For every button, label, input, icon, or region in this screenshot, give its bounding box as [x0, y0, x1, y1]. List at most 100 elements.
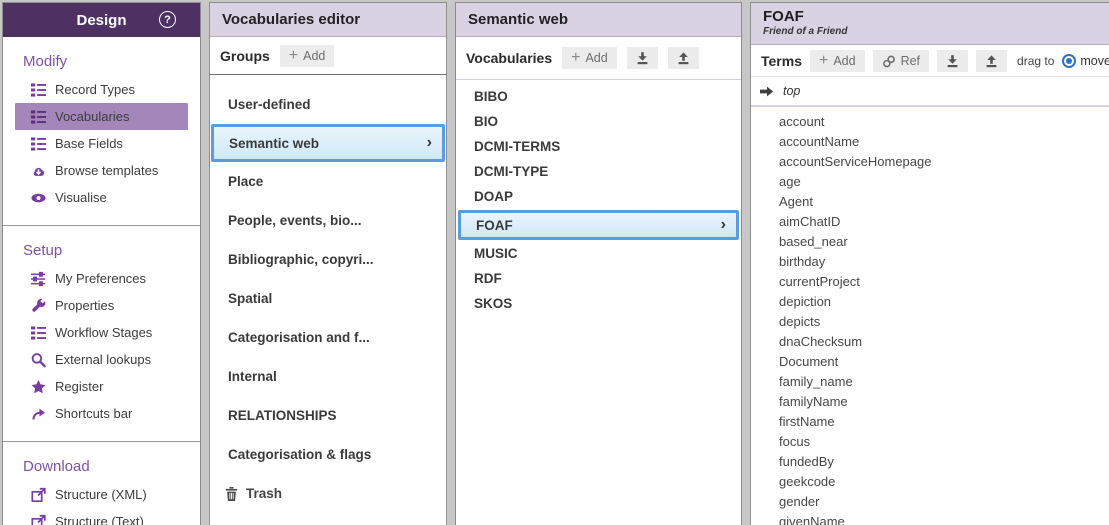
term-item[interactable]: aimChatID: [751, 212, 1109, 232]
vocab-item-doap[interactable]: DOAP: [456, 184, 741, 209]
term-item[interactable]: Agent: [751, 192, 1109, 212]
term-item[interactable]: birthday: [751, 252, 1109, 272]
vocab-item-dcmi-type[interactable]: DCMI-TYPE: [456, 159, 741, 184]
term-item[interactable]: geekcode: [751, 472, 1109, 492]
import-terms-button[interactable]: [937, 50, 968, 72]
term-item[interactable]: firstName: [751, 412, 1109, 432]
group-item-people-events-bio[interactable]: People, events, bio...: [210, 201, 446, 240]
export-vocabulary-button[interactable]: [668, 47, 699, 69]
sidebar-item-visualise[interactable]: Visualise: [3, 184, 200, 211]
vocab-item-label: SKOS: [474, 296, 512, 311]
terms-panel-subtitle: Friend of a Friend: [763, 26, 1098, 37]
terms-panel: FOAF Friend of a Friend Terms + Add Ref …: [750, 2, 1109, 525]
term-item[interactable]: givenName: [751, 512, 1109, 525]
list-icon: [31, 136, 46, 152]
sidebar-section-modify: Modify Record Types Vocabularies Base Fi…: [3, 37, 200, 225]
add-button-label: Add: [833, 54, 855, 68]
term-item[interactable]: dnaChecksum: [751, 332, 1109, 352]
group-item-semantic-web-selected[interactable]: Semantic web ›: [211, 124, 445, 162]
vocab-item-bio[interactable]: BIO: [456, 109, 741, 134]
term-item[interactable]: accountServiceHomepage: [751, 152, 1109, 172]
ref-button[interactable]: Ref: [873, 50, 929, 72]
sidebar-item-label: Register: [55, 379, 103, 394]
add-group-button[interactable]: + Add: [280, 45, 335, 67]
group-item-relationships[interactable]: RELATIONSHIPS: [210, 396, 446, 435]
design-sidebar-header: Design ?: [3, 3, 200, 37]
sidebar-item-vocabularies[interactable]: Vocabularies: [15, 103, 188, 130]
sidebar-item-label: Browse templates: [55, 163, 158, 178]
term-item[interactable]: accountName: [751, 132, 1109, 152]
terms-panel-header: FOAF Friend of a Friend: [751, 3, 1109, 45]
group-list: User-defined Semantic web › Place People…: [210, 75, 446, 513]
vocab-item-label: FOAF: [476, 218, 513, 233]
radio-label-move: move: [1080, 54, 1109, 68]
sidebar-item-base-fields[interactable]: Base Fields: [3, 130, 200, 157]
sidebar-item-shortcuts-bar[interactable]: Shortcuts bar: [3, 400, 200, 427]
section-title-modify: Modify: [23, 53, 200, 70]
radio-option-move[interactable]: move: [1062, 54, 1109, 68]
download-icon: [635, 51, 650, 65]
group-item-internal[interactable]: Internal: [210, 357, 446, 396]
term-item[interactable]: based_near: [751, 232, 1109, 252]
sidebar-item-record-types[interactable]: Record Types: [3, 76, 200, 103]
sidebar-item-register[interactable]: Register: [3, 373, 200, 400]
term-item[interactable]: depicts: [751, 312, 1109, 332]
sidebar-item-properties[interactable]: Properties: [3, 292, 200, 319]
vocab-item-bibo[interactable]: BIBO: [456, 84, 741, 109]
vocabularies-panel: Semantic web Vocabularies + Add BIBO BIO…: [455, 2, 742, 525]
term-item[interactable]: age: [751, 172, 1109, 192]
sidebar-item-browse-templates[interactable]: Browse templates: [3, 157, 200, 184]
group-item-categorisation-and-f[interactable]: Categorisation and f...: [210, 318, 446, 357]
vocab-item-label: DCMI-TYPE: [474, 164, 548, 179]
sidebar-item-workflow-stages[interactable]: Workflow Stages: [3, 319, 200, 346]
group-item-user-defined[interactable]: User-defined: [210, 85, 446, 124]
group-item-spatial[interactable]: Spatial: [210, 279, 446, 318]
vocab-item-music[interactable]: MUSIC: [456, 241, 741, 266]
sidebar-item-label: My Preferences: [55, 271, 146, 286]
add-vocabulary-button[interactable]: + Add: [562, 47, 617, 69]
list-icon: [31, 109, 46, 125]
export-terms-button[interactable]: [976, 50, 1007, 72]
vocab-item-label: RDF: [474, 271, 502, 286]
vocab-item-label: MUSIC: [474, 246, 518, 261]
external-link-icon: [31, 514, 46, 525]
term-item[interactable]: gender: [751, 492, 1109, 512]
import-vocabulary-button[interactable]: [627, 47, 658, 69]
add-button-label: Add: [585, 51, 607, 65]
term-item[interactable]: fundedBy: [751, 452, 1109, 472]
sidebar-item-structure-text[interactable]: Structure (Text): [3, 508, 200, 525]
top-link-row[interactable]: top: [751, 77, 1109, 107]
vocab-item-dcmi-terms[interactable]: DCMI-TERMS: [456, 134, 741, 159]
vocab-item-rdf[interactable]: RDF: [456, 266, 741, 291]
groups-panel: Vocabularies editor Groups + Add User-de…: [209, 2, 447, 525]
sidebar-item-external-lookups[interactable]: External lookups: [3, 346, 200, 373]
download-icon: [945, 54, 960, 68]
terms-toolbar: Terms + Add Ref drag to move mer: [751, 45, 1109, 77]
group-item-categorisation-flags[interactable]: Categorisation & flags: [210, 435, 446, 474]
term-item[interactable]: account: [751, 112, 1109, 132]
add-term-button[interactable]: + Add: [810, 50, 865, 72]
term-item[interactable]: depiction: [751, 292, 1109, 312]
list-icon: [31, 325, 46, 341]
term-item[interactable]: currentProject: [751, 272, 1109, 292]
group-item-bibliographic[interactable]: Bibliographic, copyri...: [210, 240, 446, 279]
term-item[interactable]: Document: [751, 352, 1109, 372]
external-link-icon: [31, 487, 46, 503]
sidebar-item-my-preferences[interactable]: My Preferences: [3, 265, 200, 292]
term-list: account accountName accountServiceHomepa…: [751, 107, 1109, 525]
group-item-label: Bibliographic, copyri...: [228, 252, 374, 267]
help-icon[interactable]: ?: [159, 11, 176, 28]
term-item[interactable]: familyName: [751, 392, 1109, 412]
group-item-trash[interactable]: Trash: [210, 474, 446, 513]
section-title-setup: Setup: [23, 242, 200, 259]
sidebar-item-structure-xml[interactable]: Structure (XML): [3, 481, 200, 508]
group-item-label: People, events, bio...: [228, 213, 362, 228]
vocab-item-foaf-selected[interactable]: FOAF ›: [458, 210, 739, 240]
term-item[interactable]: family_name: [751, 372, 1109, 392]
radio-button-move[interactable]: [1062, 54, 1076, 68]
group-item-place[interactable]: Place: [210, 162, 446, 201]
vocab-item-skos[interactable]: SKOS: [456, 291, 741, 316]
vocabularies-panel-title: Semantic web: [456, 3, 741, 37]
cloud-download-icon: [31, 164, 46, 178]
term-item[interactable]: focus: [751, 432, 1109, 452]
